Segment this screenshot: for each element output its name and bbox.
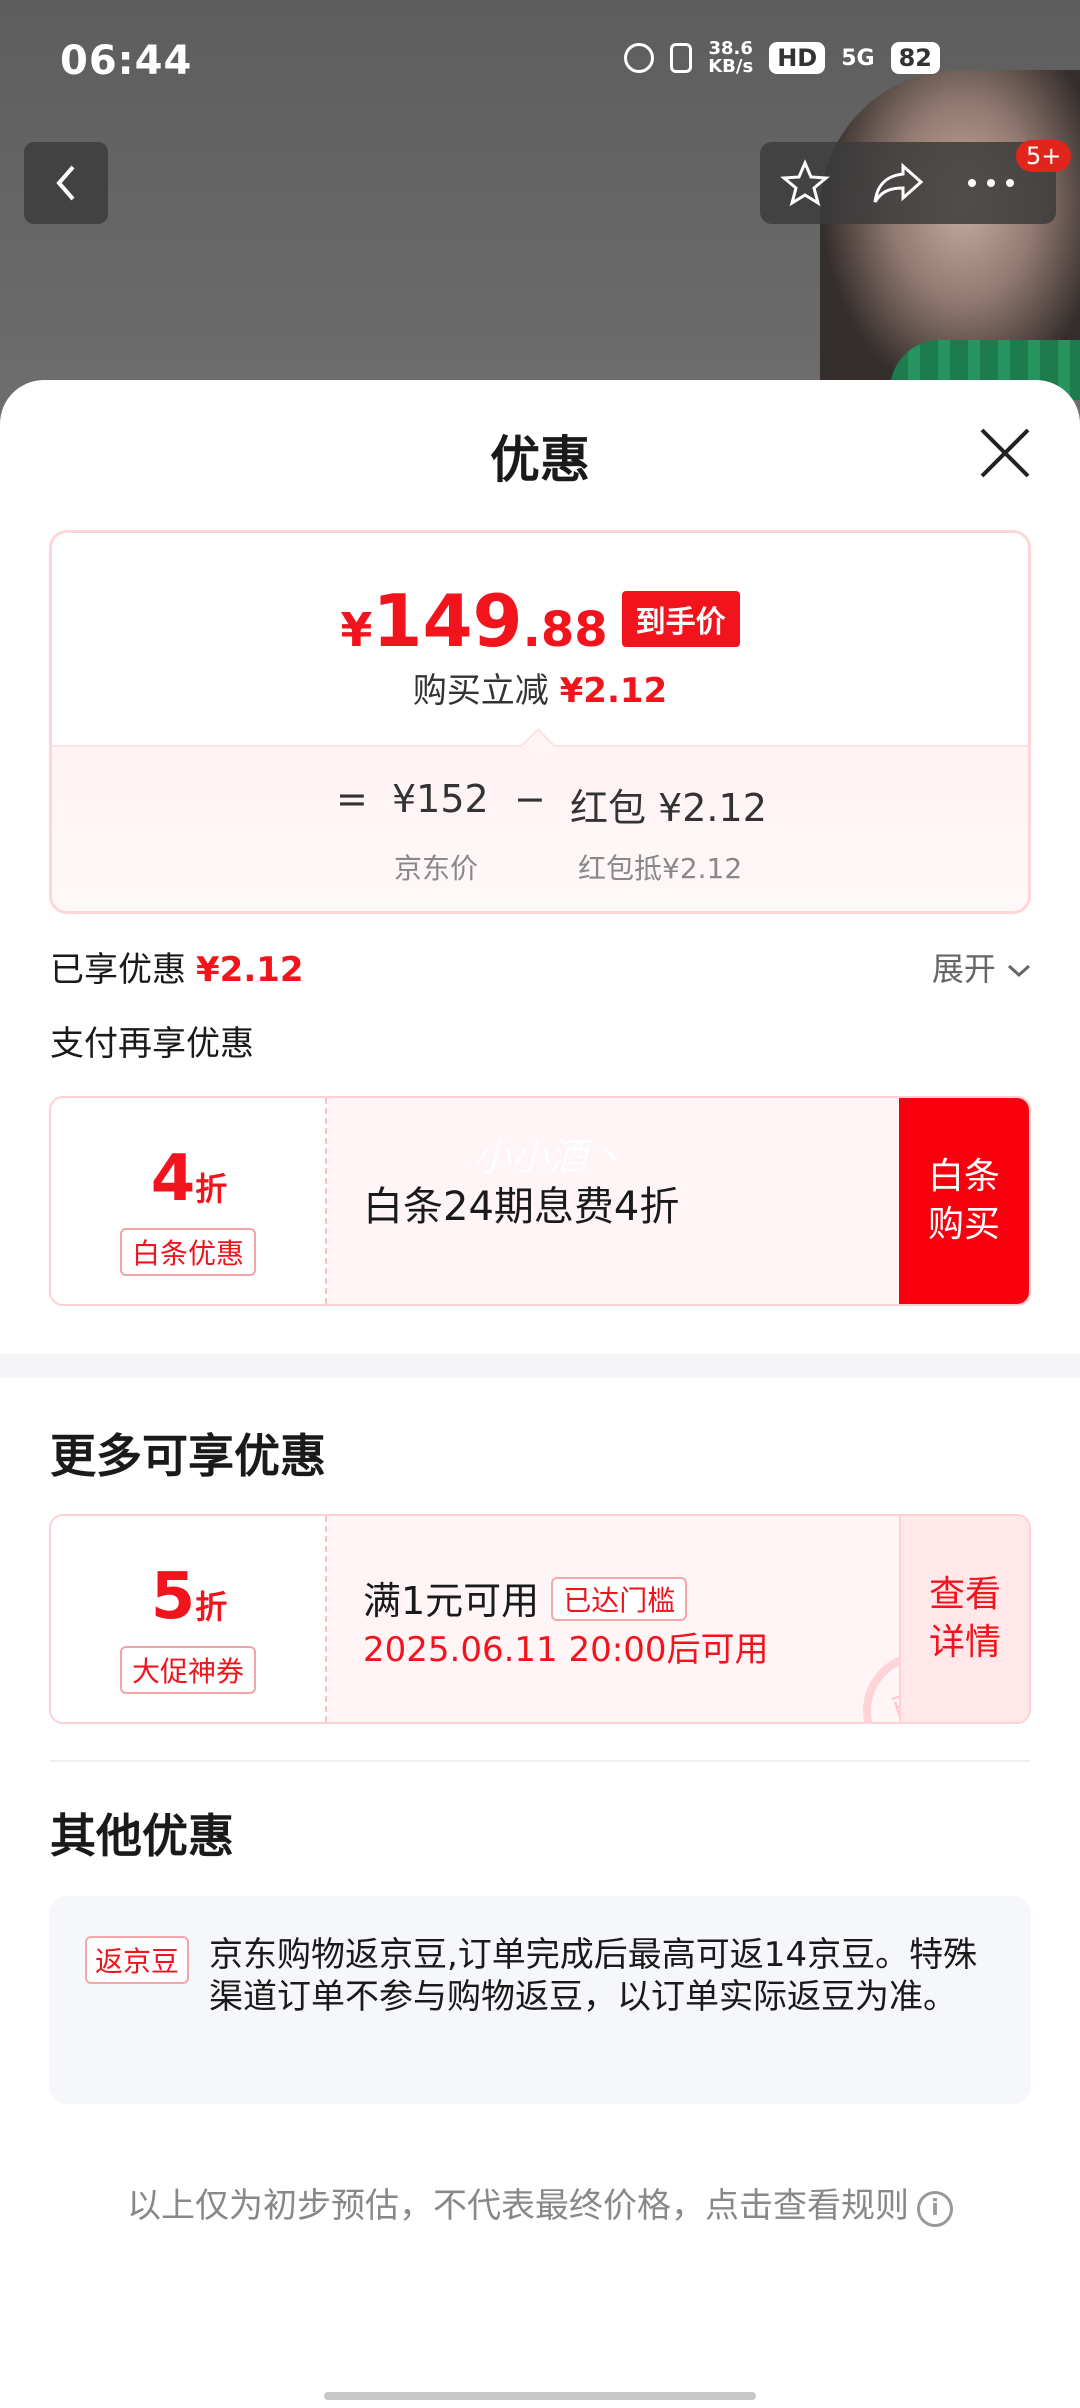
star-icon[interactable] [780, 158, 831, 208]
battery-indicator: 82 [890, 42, 940, 74]
back-button[interactable] [24, 142, 108, 224]
coupon-discount: 4折 [150, 1142, 228, 1216]
promo-coupon: 5折 大促神券 满1元可用已达门槛 2025.06.11 20:00后可用 已领… [49, 1514, 1031, 1724]
red-packet-label: 红包抵¥2.12 [578, 852, 743, 885]
threshold-reached-tag: 已达门槛 [551, 1577, 688, 1621]
sheet-title: 优惠 [490, 431, 590, 489]
jd-bean-box: 返京豆 京东购物返京豆,订单完成后最高可返14京豆。特殊渠道订单不参与购物返豆，… [49, 1896, 1031, 2104]
watermark: 小小酒丶 [473, 1135, 626, 1179]
final-price: ¥149.88 到手价 [52, 579, 1028, 663]
message-badge: 5+ [1016, 140, 1072, 172]
vibrate-icon [670, 43, 693, 73]
chevron-left-icon [56, 165, 75, 201]
final-price-tag: 到手价 [621, 591, 740, 647]
info-icon: i [917, 2191, 953, 2227]
red-packet-amount: 红包 ¥2.12 [570, 786, 767, 830]
coupon-description: 白条24期息费4折 [363, 1184, 680, 1230]
coupon-valid-time: 2025.06.11 20:00后可用 [363, 1630, 769, 1670]
network-speed: 38.6 KB/s [708, 38, 754, 77]
baitiao-coupon: 4折 白条优惠 小小酒丶 白条24期息费4折 白条 购买 [49, 1096, 1031, 1306]
view-details-button[interactable]: 查看 详情 [899, 1516, 1029, 1722]
rules-link[interactable]: 以上仅为初步预估，不代表最终价格，点击查看规则 i [0, 2178, 1080, 2227]
home-indicator[interactable] [324, 2392, 756, 2400]
jd-bean-tag: 返京豆 [85, 1936, 190, 1984]
expand-button[interactable]: 展开 [932, 944, 1032, 990]
chevron-down-icon [1007, 964, 1031, 978]
status-bar: 06:44 38.6 KB/s HD 5G 82 [0, 0, 1080, 126]
coupon-discount: 5折 [150, 1560, 228, 1634]
more-discounts-title: 更多可享优惠 [50, 1429, 326, 1483]
share-icon[interactable] [871, 160, 925, 206]
close-icon[interactable] [978, 426, 1032, 480]
pay-more-heading: 支付再享优惠 [50, 1024, 254, 1064]
coupon-tag: 白条优惠 [119, 1228, 257, 1276]
hd-icon: HD [769, 42, 826, 74]
coupon-tag: 大促神券 [119, 1646, 257, 1694]
enjoyed-discount: 已享优惠 ¥2.12 [50, 950, 304, 990]
section-divider [0, 1354, 1080, 1378]
network-type: 5G [841, 45, 875, 71]
coupon-threshold: 满1元可用 已达门槛 [363, 1570, 688, 1625]
baitiao-buy-button[interactable]: 白条 购买 [899, 1098, 1029, 1304]
jd-bean-text: 京东购物返京豆,订单完成后最高可返14京豆。特殊渠道订单不参与购物返豆，以订单实… [209, 1935, 978, 2017]
price-breakdown: = ¥152 − 红包 ¥2.12 京东价 红包抵¥2.12 [52, 745, 1028, 911]
status-time: 06:44 [60, 38, 193, 84]
jd-price: ¥152 [392, 777, 489, 821]
more-icon[interactable] [966, 177, 1016, 189]
instant-reduction: 购买立减 ¥2.12 [412, 671, 668, 711]
alarm-icon [624, 43, 655, 73]
price-card: ¥149.88 到手价 购买立减 ¥2.12 = ¥152 − 红包 ¥2.12 … [49, 530, 1031, 914]
divider [50, 1760, 1030, 1762]
top-actions [760, 142, 1056, 224]
other-discounts-title: 其他优惠 [50, 1809, 234, 1863]
jd-price-label: 京东价 [394, 852, 479, 885]
